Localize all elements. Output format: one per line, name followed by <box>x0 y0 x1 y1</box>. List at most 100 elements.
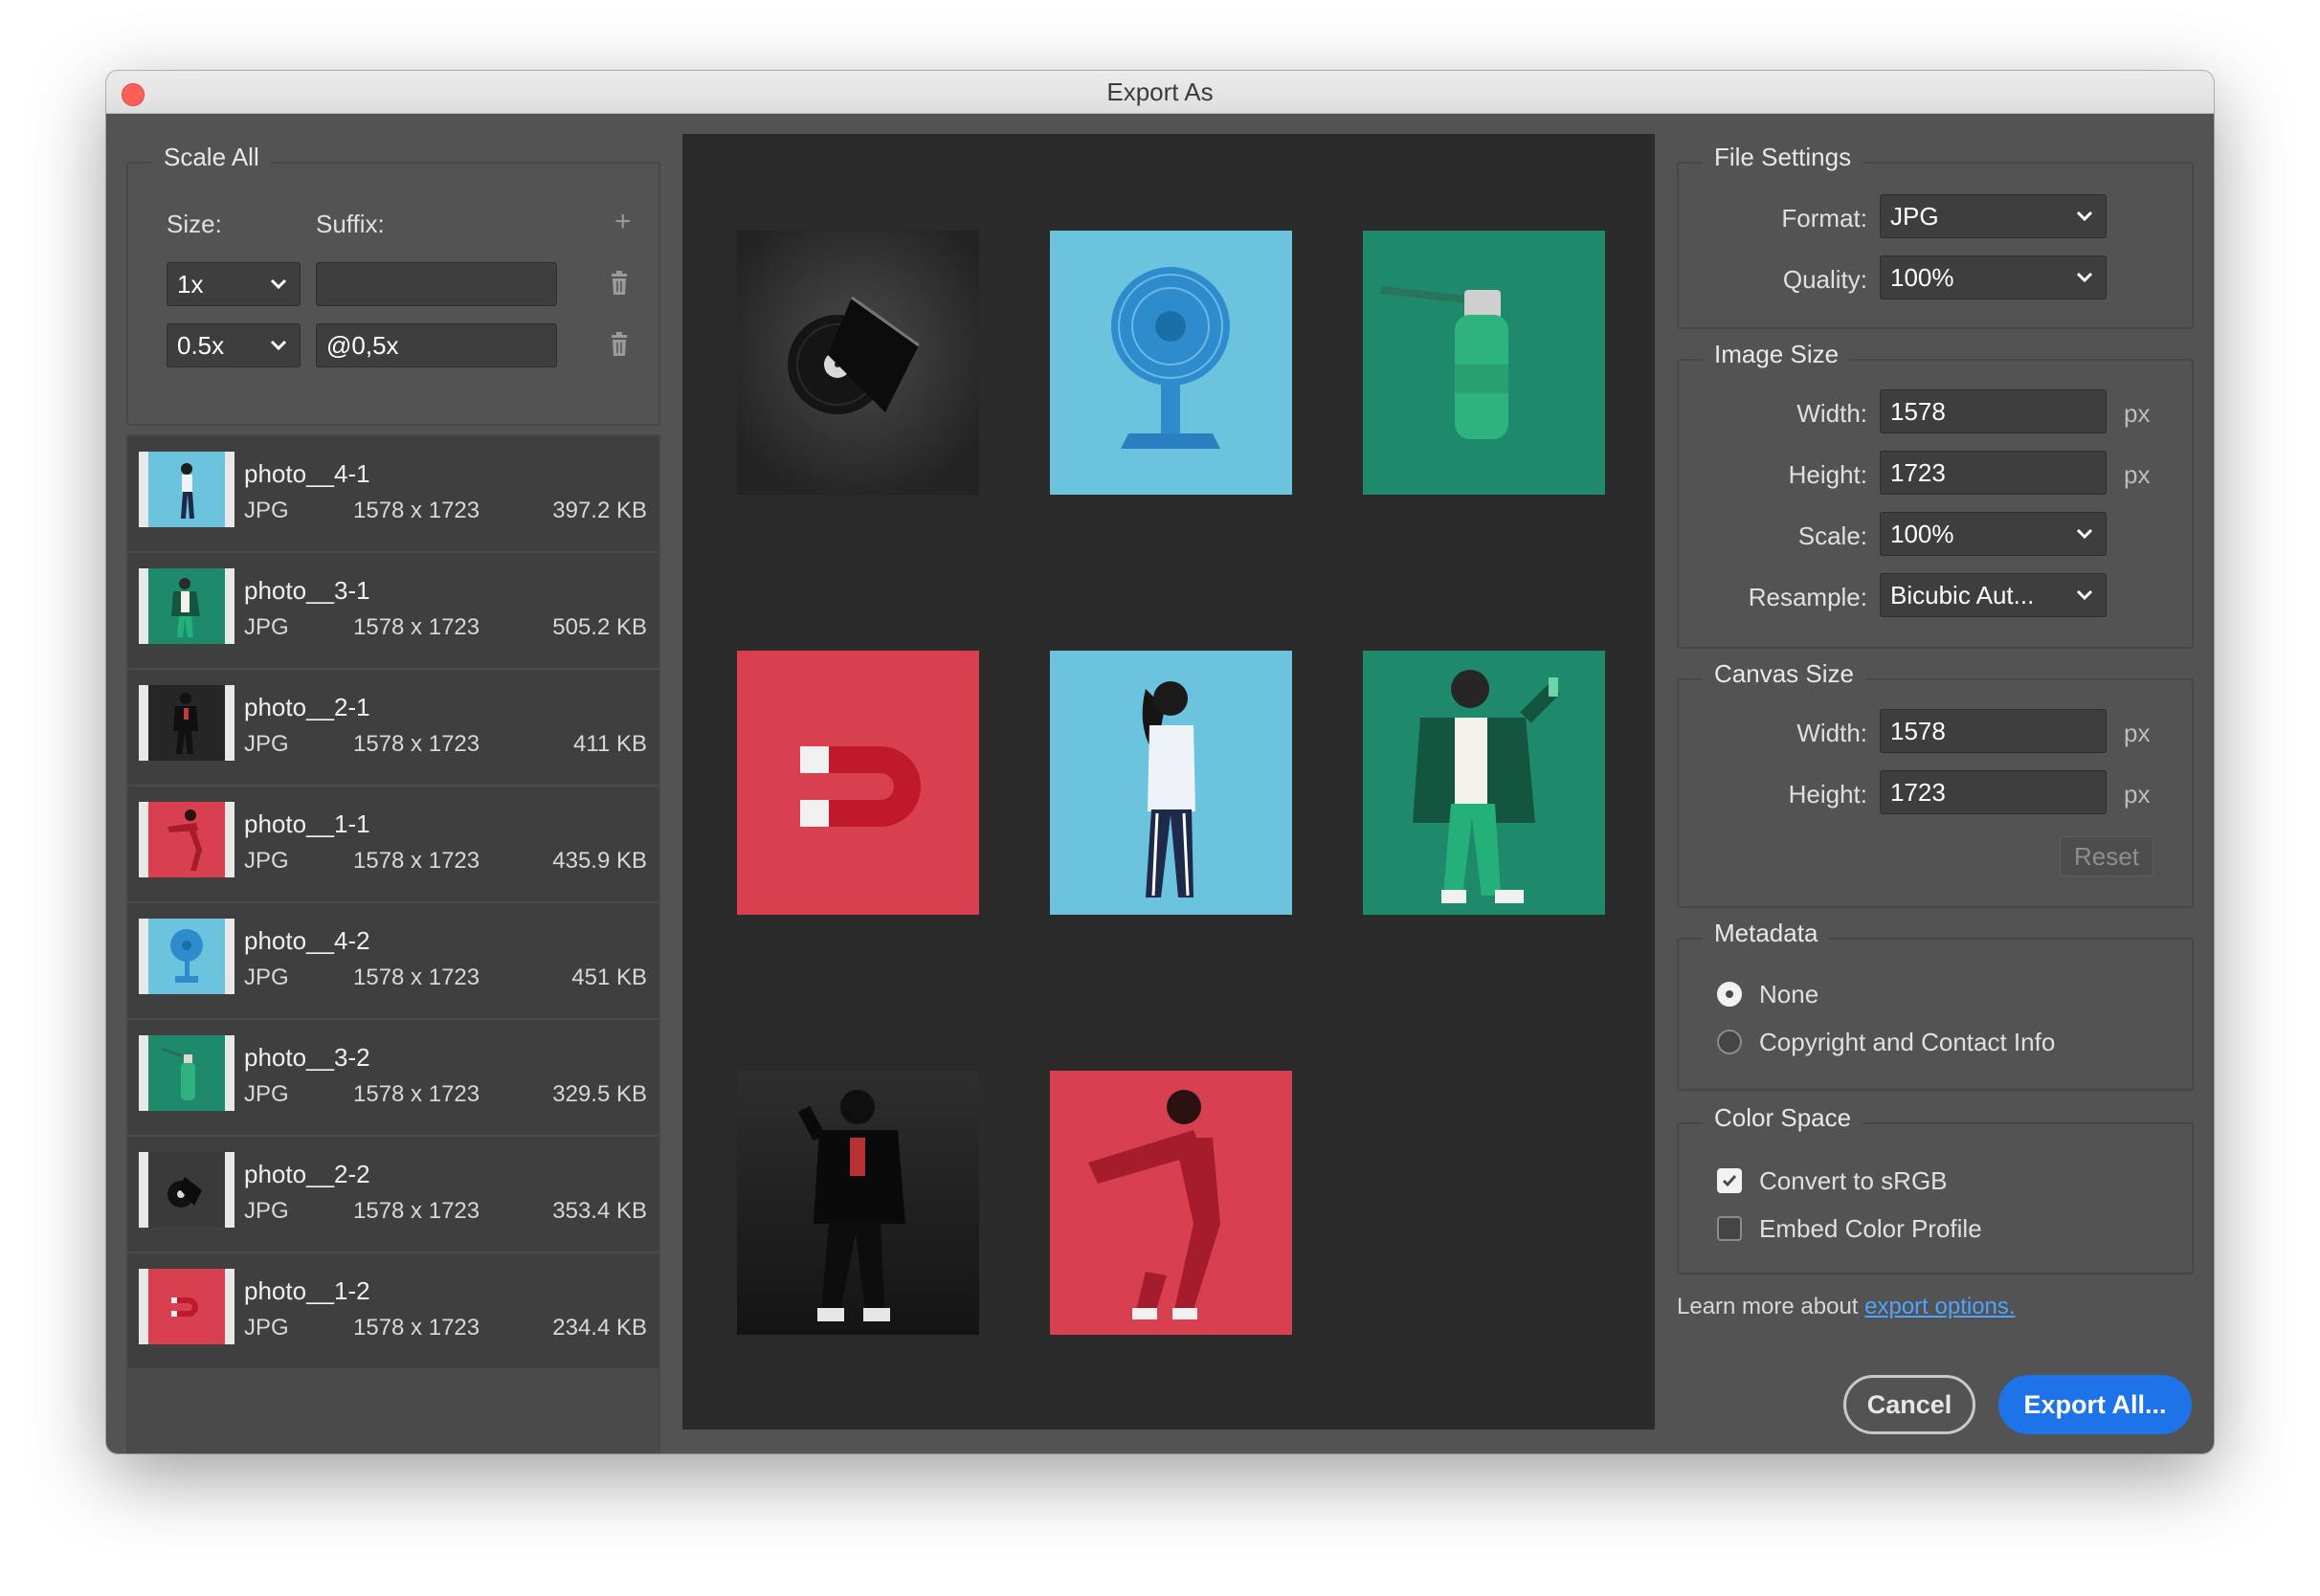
preview-photo-2-2[interactable] <box>737 231 979 495</box>
asset-dimensions: 1578 x 1723 <box>353 1315 480 1341</box>
embed-profile-label: Embed Color Profile <box>1759 1214 1982 1243</box>
asset-format: JPG <box>244 1198 289 1224</box>
asset-thumbnail <box>139 1269 234 1344</box>
image-height-label: Height: <box>1788 460 1867 489</box>
preview-photo-4-1[interactable] <box>1050 651 1292 915</box>
quality-select[interactable]: 100% <box>1880 255 2107 299</box>
asset-row-photo-1-1[interactable]: photo__1-1 JPG 1578 x 1723 435.9 KB <box>128 787 658 901</box>
asset-file-size: 353.4 KB <box>552 1198 647 1224</box>
file-settings-group: File Settings Format: JPG Quality: 100% <box>1677 143 2194 329</box>
chevron-down-icon <box>2076 528 2093 540</box>
preview-photo-1-1[interactable] <box>1050 1071 1292 1335</box>
color-space-group: Color Space Convert to sRGB Embed Color … <box>1677 1103 2194 1275</box>
scale-select[interactable]: 100% <box>1880 512 2107 556</box>
canvas-height-unit: px <box>2124 780 2151 809</box>
image-height-input[interactable]: 1723 <box>1880 451 2107 495</box>
metadata-copyright-label: Copyright and Contact Info <box>1759 1028 2056 1056</box>
resample-label: Resample: <box>1748 583 1867 611</box>
asset-list[interactable]: photo__4-1 JPG 1578 x 1723 397.2 KB phot… <box>126 434 660 1453</box>
asset-name: photo__1-1 <box>244 809 370 838</box>
metadata-none-label: None <box>1759 980 1819 1009</box>
title-bar: Export As <box>106 71 2214 114</box>
close-window-button[interactable] <box>122 83 145 106</box>
chevron-down-icon <box>270 340 287 351</box>
asset-row-photo-1-2[interactable]: photo__1-2 JPG 1578 x 1723 234.4 KB <box>128 1253 658 1368</box>
image-size-group: Image Size Width: 1578 px Height: 1723 p… <box>1677 340 2194 649</box>
asset-dimensions: 1578 x 1723 <box>353 731 480 757</box>
preview-photo-1-2[interactable] <box>737 651 979 915</box>
file-settings-legend: File Settings <box>1703 143 1863 172</box>
asset-row-photo-2-2[interactable]: photo__2-2 JPG 1578 x 1723 353.4 KB <box>128 1137 658 1252</box>
scale-suffix-input-1[interactable] <box>316 262 557 306</box>
chevron-down-icon <box>2076 272 2093 283</box>
asset-thumbnail <box>139 685 234 761</box>
asset-row-photo-4-1[interactable]: photo__4-1 JPG 1578 x 1723 397.2 KB <box>128 436 658 551</box>
preview-photo-3-1[interactable] <box>1363 651 1605 915</box>
export-all-button[interactable]: Export All... <box>1998 1375 2192 1434</box>
asset-file-size: 411 KB <box>573 731 647 757</box>
trash-icon[interactable] <box>609 271 630 296</box>
size-label: Size: <box>167 210 222 238</box>
asset-format: JPG <box>244 1315 289 1341</box>
quality-label: Quality: <box>1782 265 1867 294</box>
asset-dimensions: 1578 x 1723 <box>353 498 480 523</box>
asset-row-photo-2-1[interactable]: photo__2-1 JPG 1578 x 1723 411 KB <box>128 670 658 785</box>
export-options-link[interactable]: export options. <box>1864 1294 2015 1319</box>
asset-thumbnail <box>139 1035 234 1111</box>
canvas-width-input[interactable]: 1578 <box>1880 709 2107 753</box>
scale-suffix-input-2[interactable]: @0,5x <box>316 323 557 367</box>
learn-more-prefix: Learn more about <box>1677 1294 1859 1319</box>
asset-dimensions: 1578 x 1723 <box>353 848 480 874</box>
asset-dimensions: 1578 x 1723 <box>353 1081 480 1107</box>
metadata-copyright-radio[interactable] <box>1717 1030 1742 1054</box>
scale-all-legend: Scale All <box>152 143 271 172</box>
asset-name: photo__4-1 <box>244 459 370 488</box>
asset-row-photo-3-1[interactable]: photo__3-1 JPG 1578 x 1723 505.2 KB <box>128 553 658 668</box>
convert-srgb-label: Convert to sRGB <box>1759 1166 1948 1195</box>
asset-name: photo__1-2 <box>244 1276 370 1305</box>
preview-photo-2-1[interactable] <box>737 1071 979 1335</box>
asset-thumbnail <box>139 452 234 527</box>
format-select[interactable]: JPG <box>1880 194 2107 238</box>
canvas-width-unit: px <box>2124 719 2151 747</box>
image-size-legend: Image Size <box>1703 340 1851 369</box>
asset-file-size: 435.9 KB <box>552 848 647 874</box>
asset-name: photo__4-2 <box>244 926 370 955</box>
asset-name: photo__3-1 <box>244 576 370 605</box>
format-label: Format: <box>1781 204 1867 233</box>
canvas-height-label: Height: <box>1788 780 1867 809</box>
suffix-label: Suffix: <box>316 210 385 238</box>
preview-photo-4-2[interactable] <box>1050 231 1292 495</box>
asset-format: JPG <box>244 614 289 640</box>
canvas-size-legend: Canvas Size <box>1703 659 1865 689</box>
cancel-button[interactable]: Cancel <box>1843 1375 1975 1434</box>
metadata-none-radio[interactable] <box>1717 982 1742 1007</box>
asset-format: JPG <box>244 1081 289 1107</box>
resample-select[interactable]: Bicubic Aut... <box>1880 573 2107 617</box>
scale-size-select-2[interactable]: 0.5x <box>167 323 301 367</box>
asset-name: photo__2-1 <box>244 693 370 721</box>
reset-button[interactable]: Reset <box>2060 836 2153 876</box>
asset-row-photo-4-2[interactable]: photo__4-2 JPG 1578 x 1723 451 KB <box>128 903 658 1018</box>
image-width-input[interactable]: 1578 <box>1880 389 2107 433</box>
chevron-down-icon <box>2076 589 2093 601</box>
asset-file-size: 397.2 KB <box>552 498 647 523</box>
export-as-window: Export As Scale All Size: Suffix: + 1x 0… <box>106 71 2214 1453</box>
convert-srgb-checkbox[interactable] <box>1717 1168 1742 1193</box>
preview-photo-3-2[interactable] <box>1363 231 1605 495</box>
asset-row-photo-3-2[interactable]: photo__3-2 JPG 1578 x 1723 329.5 KB <box>128 1020 658 1135</box>
scale-all-group: Scale All Size: Suffix: + 1x 0.5x @0,5x <box>126 143 660 426</box>
trash-icon[interactable] <box>609 332 630 357</box>
asset-file-size: 234.4 KB <box>552 1315 647 1341</box>
add-scale-icon[interactable]: + <box>614 208 632 236</box>
checkmark-icon <box>1722 1175 1737 1187</box>
canvas-height-input[interactable]: 1723 <box>1880 770 2107 814</box>
image-height-unit: px <box>2124 460 2151 489</box>
asset-thumbnail <box>139 802 234 877</box>
embed-profile-checkbox[interactable] <box>1717 1216 1742 1241</box>
asset-dimensions: 1578 x 1723 <box>353 1198 480 1224</box>
asset-format: JPG <box>244 848 289 874</box>
scale-size-select-1[interactable]: 1x <box>167 262 301 306</box>
asset-thumbnail <box>139 919 234 994</box>
asset-name: photo__2-2 <box>244 1160 370 1188</box>
